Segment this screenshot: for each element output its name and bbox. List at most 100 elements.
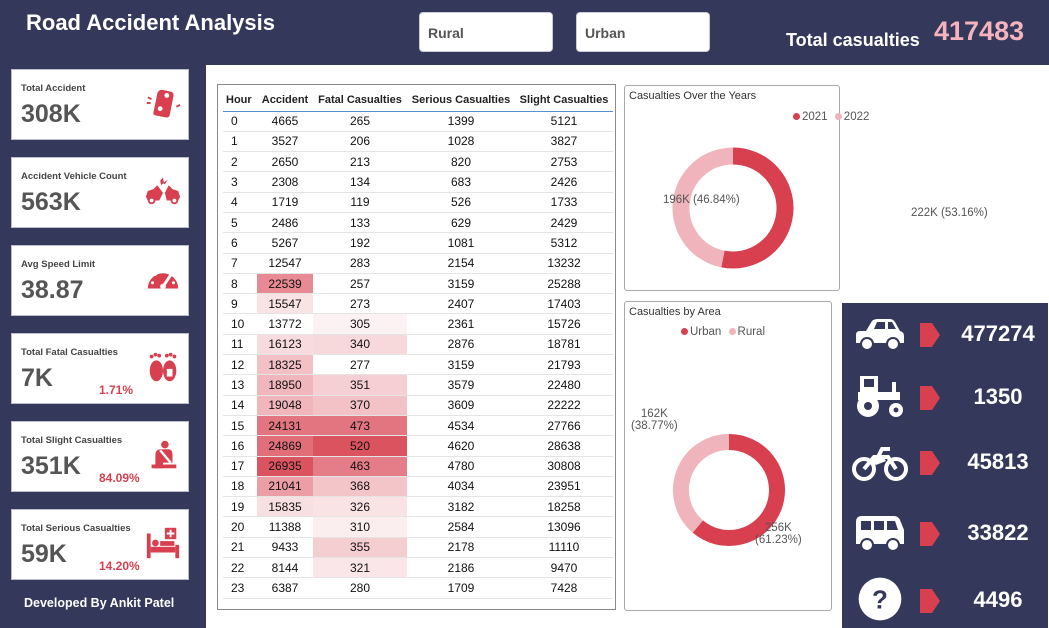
arrow-icon <box>920 522 940 546</box>
table-cell: 2308 <box>257 171 313 193</box>
table-cell: 3827 <box>515 131 613 153</box>
table-cell: 3527 <box>257 131 313 153</box>
table-cell: 19048 <box>257 395 313 416</box>
table-cell: 1 <box>223 131 257 153</box>
vehicle-row-car: 477274 <box>842 309 1048 359</box>
vehicle-value-other: 4496 <box>973 587 1023 612</box>
table-cell: 5 <box>223 212 257 234</box>
table-cell: 4780 <box>407 456 515 477</box>
slice-label-urban: 256K (61.23%) <box>755 522 802 546</box>
hourly-table: Hour Accident Fatal Casualties Serious Casu… <box>223 89 613 599</box>
kpi-total-accident: Total Accident 308K <box>11 69 189 140</box>
table-cell: 23951 <box>515 476 613 498</box>
table-row: 5 2486 133 629 2429 <box>223 212 613 234</box>
van-icon <box>856 516 904 552</box>
column-header[interactable]: Slight Casualties <box>515 89 613 112</box>
table-cell: 11110 <box>515 537 613 559</box>
table-cell: 134 <box>313 171 407 193</box>
table-row: 23 6387 280 1709 7428 <box>223 577 613 599</box>
table-cell: 22222 <box>515 395 613 416</box>
table-row: 15 24131 473 4534 27766 <box>223 415 613 437</box>
table-cell: 206 <box>313 131 407 153</box>
area-donut-panel[interactable]: Casualties by Area Urban Rural 256K (61.… <box>624 301 832 611</box>
table-cell: 4665 <box>257 111 313 132</box>
table-cell: 5121 <box>515 111 613 132</box>
table-cell: 11 <box>223 334 257 356</box>
table-cell: 265 <box>313 111 407 132</box>
footprints-icon <box>149 352 177 382</box>
table-cell: 2584 <box>407 516 515 538</box>
table-cell: 526 <box>407 192 515 213</box>
table-cell: 21 <box>223 537 257 559</box>
arrow-icon <box>920 323 940 347</box>
table-cell: 133 <box>313 212 407 234</box>
column-header[interactable]: Serious Casualties <box>407 89 515 112</box>
table-cell: 9433 <box>257 537 313 559</box>
table-cell: 17 <box>223 456 257 477</box>
table-cell: 257 <box>313 273 407 295</box>
table-cell: 3 <box>223 171 257 193</box>
collision-icon <box>145 177 181 205</box>
table-row: 18 21041 368 4034 23951 <box>223 476 613 498</box>
table-cell: 1733 <box>515 192 613 213</box>
table-row: 17 26935 463 4780 30808 <box>223 456 613 477</box>
hospital-bed-icon <box>146 527 180 559</box>
total-casualties-value: 417483 <box>934 16 1025 46</box>
urban-slicer[interactable]: Urban <box>576 12 710 52</box>
table-cell: 273 <box>313 293 407 315</box>
table-cell: 370 <box>313 395 407 416</box>
table-cell: 2650 <box>257 151 313 173</box>
column-header[interactable]: Accident <box>257 89 313 112</box>
column-header[interactable]: Hour <box>223 89 257 112</box>
table-cell: 21041 <box>257 476 313 498</box>
table-row: 8 22539 257 3159 25288 <box>223 273 613 295</box>
svg-text:?: ? <box>872 584 888 614</box>
table-row: 12 18325 277 3159 21793 <box>223 354 613 376</box>
table-cell: 1399 <box>407 111 515 132</box>
table-cell: 11388 <box>257 516 313 538</box>
table-cell: 355 <box>313 537 407 559</box>
table-cell: 2426 <box>515 171 613 193</box>
donut-slice-2021[interactable] <box>721 147 794 269</box>
vehicle-row-other: ? 4496 <box>842 575 1048 625</box>
donut-slice-rural[interactable] <box>673 434 730 533</box>
table-cell: 7 <box>223 253 257 274</box>
donut-slice-2022[interactable] <box>672 147 734 268</box>
arrow-icon <box>920 386 940 410</box>
kpi-label: Total Slight Casualties <box>21 435 123 446</box>
table-cell: 520 <box>313 435 407 457</box>
table-cell: 15 <box>223 415 257 437</box>
rural-slicer[interactable]: Rural <box>419 12 553 52</box>
hourly-table-visual[interactable]: Hour Accident Fatal Casualties Serious Casu… <box>217 84 616 610</box>
table-cell: 1028 <box>407 131 515 153</box>
table-row: 11 16123 340 2876 18781 <box>223 334 613 356</box>
table-cell: 629 <box>407 212 515 234</box>
table-cell: 13232 <box>515 253 613 274</box>
vehicle-value-motorcycle: 45813 <box>967 449 1029 474</box>
table-cell: 28638 <box>515 435 613 457</box>
table-header: Hour Accident Fatal Casualties Serious Casu… <box>223 89 613 112</box>
years-donut-panel[interactable]: Casualties Over the Years 2021 2022 222K… <box>624 85 988 291</box>
table-cell: 15726 <box>515 313 613 335</box>
kpi-percent: 1.71% <box>99 383 134 397</box>
table-cell: 2753 <box>515 151 613 173</box>
table-cell: 4034 <box>407 476 515 498</box>
developer-credit: Developed By Ankit Patel <box>24 596 175 610</box>
table-cell: 5312 <box>515 232 613 254</box>
table-cell: 13096 <box>515 516 613 538</box>
table-cell: 13772 <box>257 313 313 335</box>
table-row: 9 15547 273 2407 17403 <box>223 293 613 315</box>
vehicle-row-motorcycle: 45813 <box>842 437 1048 487</box>
kpi-avg-speed: Avg Speed Limit 38.87 <box>11 245 189 316</box>
vehicle-value-van: 33822 <box>967 520 1029 545</box>
table-cell: 18325 <box>257 354 313 376</box>
table-row: 6 5267 192 1081 5312 <box>223 232 613 254</box>
kpi-label: Accident Vehicle Count <box>21 171 127 182</box>
table-cell: 326 <box>313 496 407 518</box>
table-cell: 820 <box>407 151 515 173</box>
table-cell: 119 <box>313 192 407 213</box>
total-casualties-label: Total casualties <box>786 30 920 50</box>
slice-label-2021: 222K (53.16%) <box>911 207 988 219</box>
column-header[interactable]: Fatal Casualties <box>313 89 407 112</box>
table-cell: 2876 <box>407 334 515 356</box>
